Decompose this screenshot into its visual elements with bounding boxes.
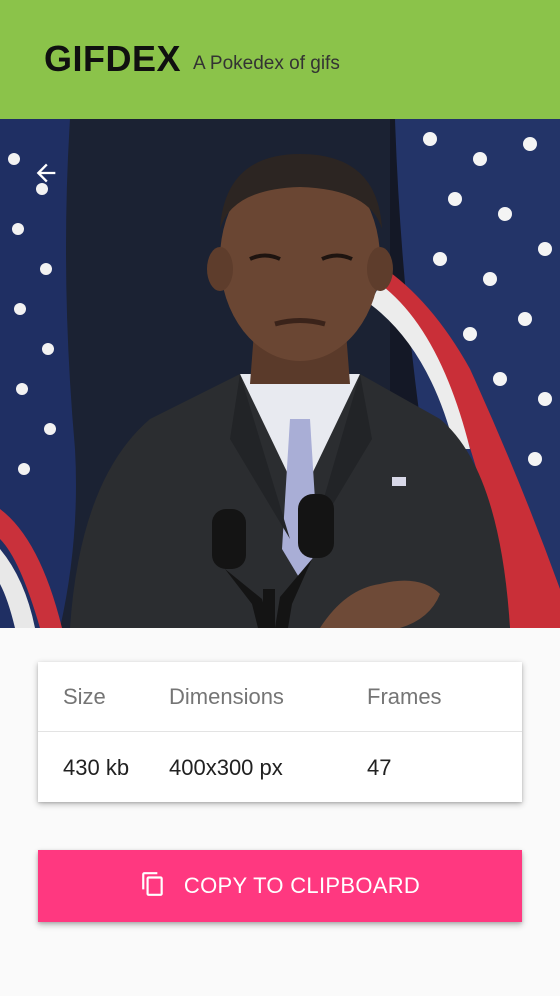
frames-value: 47 [367,755,392,780]
dimensions-header: Dimensions [169,684,284,709]
size-value: 430 kb [63,755,130,780]
frames-header: Frames [367,684,442,709]
app-bar: GIFDEX A Pokedex of gifs [0,0,560,119]
gif-preview [0,119,560,628]
copy-to-clipboard-button[interactable]: COPY TO CLIPBOARD [38,850,522,922]
size-header: Size [63,684,106,709]
details-header-row: Size Dimensions Frames [38,662,522,732]
copy-button-label: COPY TO CLIPBOARD [183,873,421,898]
copy-icon [142,872,163,896]
back-button[interactable] [24,151,68,195]
app-subtitle: A Pokedex of gifs [193,52,340,74]
gif-details-card: Size Dimensions Frames 430 kb 400x300 px… [38,662,522,802]
arrow-back-icon [36,163,56,183]
dimensions-value: 400x300 px [169,755,283,780]
app-title: GIFDEX [44,37,182,79]
details-values-row: 430 kb 400x300 px 47 [38,733,522,803]
gif-image [0,119,560,628]
